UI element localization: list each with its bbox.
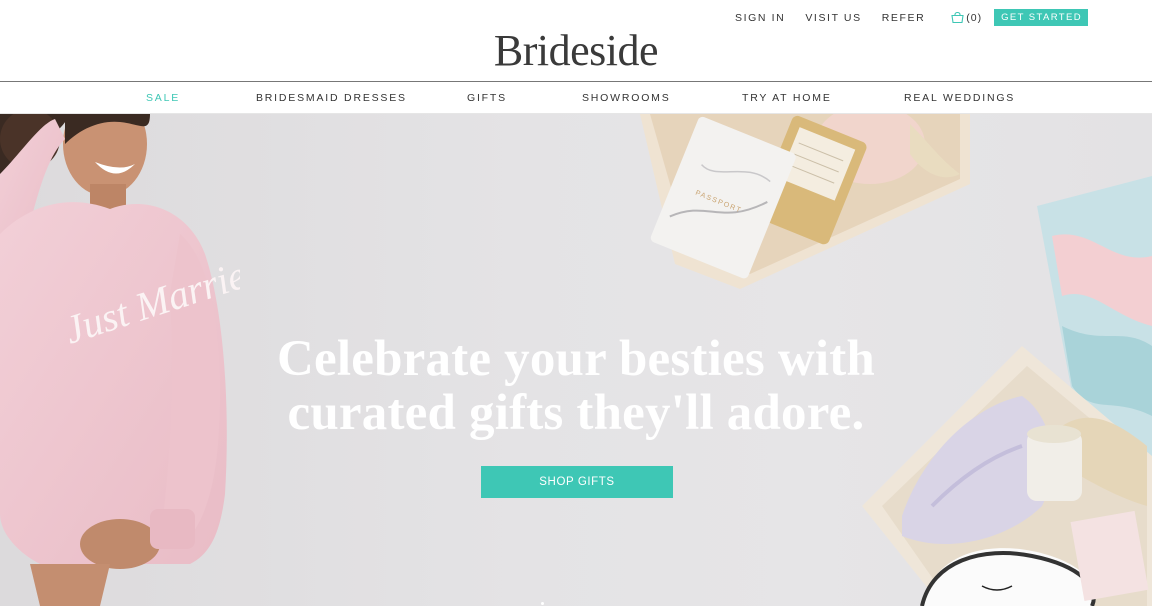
main-nav: SALE BRIDESMAID DRESSES GIFTS SHOWROOMS … [0,82,1152,114]
cart-icon [951,12,964,23]
visit-us-link[interactable]: VISIT US [805,10,861,26]
nav-item-gifts[interactable]: GIFTS [467,91,507,105]
nav-item-showrooms[interactable]: SHOWROOMS [582,91,671,105]
nav-item-real-weddings[interactable]: REAL WEDDINGS [904,91,1015,105]
sign-in-link[interactable]: SIGN IN [735,10,785,26]
hero-banner: Just Married PASSPORT Celebrate your bes… [0,114,1152,606]
shop-gifts-button[interactable]: SHOP GIFTS [481,466,673,498]
site-logo[interactable]: Brideside [0,26,1152,76]
carousel-indicator[interactable] [541,602,544,605]
hero-headline-line-2: curated gifts they'll adore. [287,385,865,441]
nav-item-sale[interactable]: SALE [146,91,180,105]
nav-item-bridesmaid-dresses[interactable]: BRIDESMAID DRESSES [256,91,407,105]
hero-headline-line-1: Celebrate your besties with [277,331,875,387]
hero-headline: Celebrate your besties with curated gift… [0,332,1152,440]
nav-item-try-at-home[interactable]: TRY AT HOME [742,91,832,105]
get-started-button[interactable]: GET STARTED [994,9,1088,26]
utility-nav: SIGN IN VISIT US REFER (0) GET STARTED [715,9,1088,26]
cart-button[interactable]: (0) [951,12,982,24]
site-header: SIGN IN VISIT US REFER (0) GET STARTED B… [0,0,1152,82]
cart-count: (0) [966,11,983,24]
refer-link[interactable]: REFER [882,10,926,26]
